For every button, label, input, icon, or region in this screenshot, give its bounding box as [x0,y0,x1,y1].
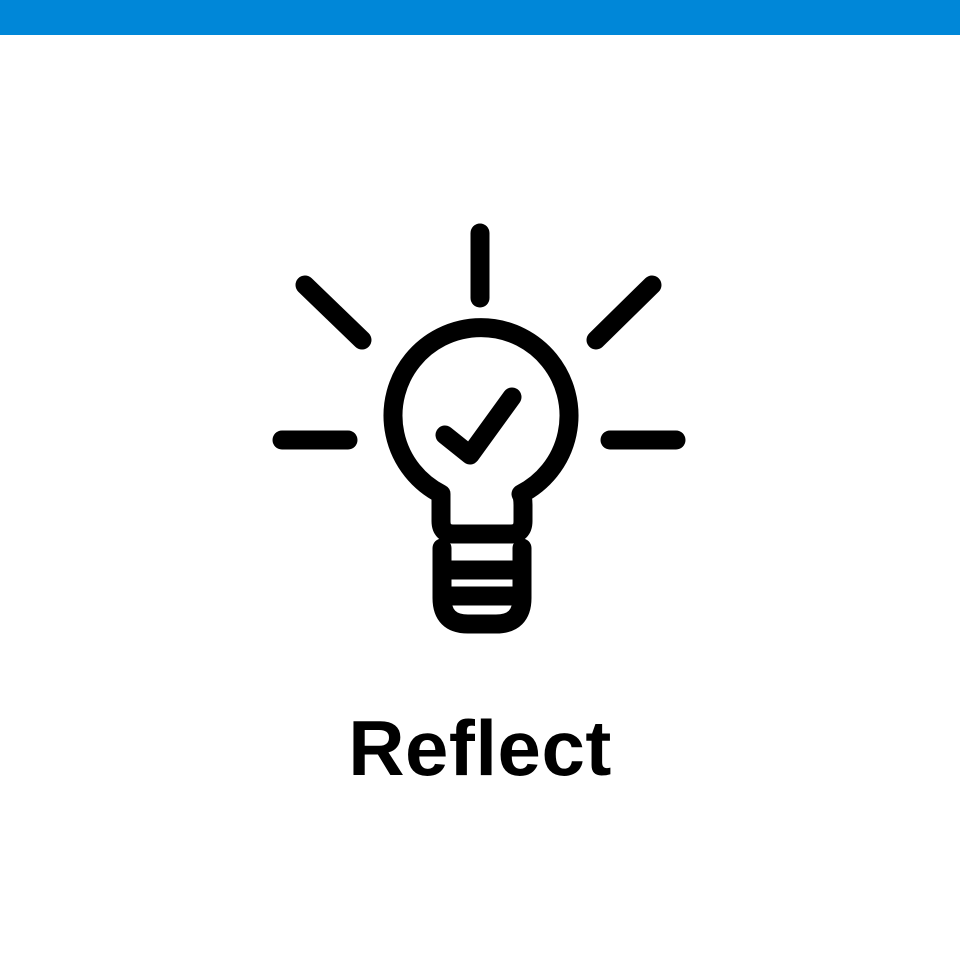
checkmark [435,387,522,465]
lightbulb-check-icon [0,0,960,960]
ray-upper-left [295,275,372,350]
caption-title: Reflect [348,704,612,792]
ray-upper-right [586,275,662,350]
page: Reflect [0,0,960,960]
bulb-base [432,538,532,634]
